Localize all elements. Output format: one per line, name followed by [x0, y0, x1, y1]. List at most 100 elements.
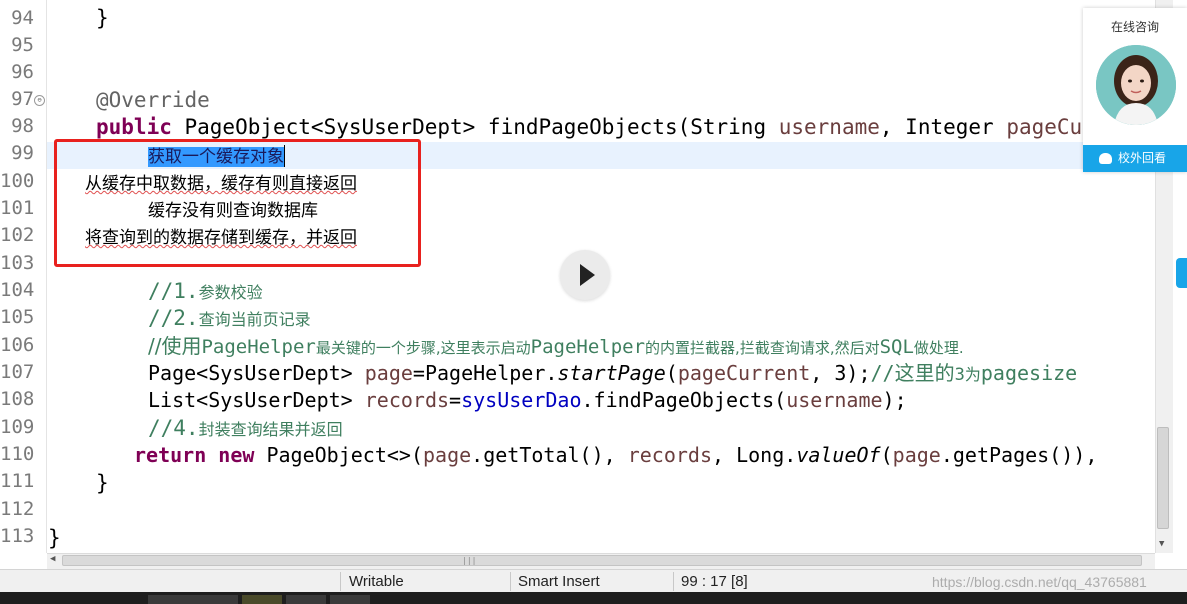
status-cursor-position: 99 : 17 [8] — [681, 573, 748, 590]
line-number: 110 — [0, 443, 35, 465]
method-name: valueOf — [796, 443, 881, 467]
code-text: List<SysUserDept> — [148, 388, 365, 412]
taskbar-item[interactable] — [242, 595, 282, 604]
code-line[interactable]: return new PageObject<>(page.getTotal(),… — [134, 442, 1097, 469]
online-chat-widget[interactable]: 在线咨询 校外回看 — [1083, 8, 1187, 172]
field-name: sysUserDao — [461, 388, 582, 412]
variable: records — [364, 388, 450, 412]
comment-text: //使用 — [148, 334, 202, 358]
taskbar-item[interactable] — [148, 595, 238, 604]
line-number: 101 — [0, 197, 35, 219]
line-number: 109 — [0, 416, 35, 438]
parameter: pageCu — [1006, 115, 1083, 139]
code-line[interactable]: public PageObject<SysUserDept> findPageO… — [96, 114, 1082, 141]
comment-prefix: //1. — [148, 279, 199, 303]
variable: page — [364, 361, 413, 385]
taskbar-item[interactable] — [286, 595, 326, 604]
comment-text: SQL — [879, 336, 914, 358]
argument: page — [423, 443, 472, 467]
code-text: PageObject<>( — [254, 443, 423, 467]
code-text: , Long. — [712, 443, 797, 467]
comment-text: 做处理. — [913, 339, 964, 357]
comment-text: 最关键的一个步骤,这里表示启动 — [315, 339, 531, 357]
scrollbar-grip-icon: ||| — [462, 556, 477, 565]
code-line[interactable]: List<SysUserDept> records=sysUserDao.fin… — [148, 387, 907, 414]
code-text: .getPages()), — [940, 443, 1098, 467]
scroll-down-arrow-icon[interactable]: ▼ — [1159, 539, 1164, 549]
comment-prefix: //4. — [148, 416, 199, 440]
code-line[interactable]: Page<SysUserDept> page=PageHelper.startP… — [148, 360, 1077, 387]
status-insert-mode: Smart Insert — [518, 573, 600, 590]
line-number: 107 — [0, 361, 35, 383]
line-number: 102 — [0, 224, 35, 246]
method-name: startPage — [557, 361, 666, 385]
keyword: new — [218, 443, 255, 467]
scroll-left-arrow-icon[interactable]: ◀ — [50, 554, 55, 564]
chat-replay-button[interactable]: 校外回看 — [1083, 145, 1187, 172]
argument: username — [786, 388, 883, 412]
comment-line[interactable]: //1.参数校验 — [148, 278, 263, 305]
comment-text: PageHelper — [201, 336, 316, 358]
code-line[interactable]: } — [96, 470, 109, 497]
side-tab-handle[interactable] — [1176, 258, 1187, 288]
line-number: 98 — [11, 115, 34, 137]
play-icon — [580, 264, 595, 286]
taskbar-item[interactable] — [330, 595, 370, 604]
comment-text: //这里的 — [870, 361, 955, 385]
code-text: =PageHelper. — [412, 361, 558, 385]
gutter-divider — [46, 0, 47, 553]
comment-text: 查询当前页记录 — [198, 310, 311, 329]
annotation: @Override — [96, 88, 210, 112]
line-number: 95 — [11, 34, 34, 56]
parameter: username — [778, 115, 880, 139]
line-number: 96 — [11, 61, 34, 83]
chat-title: 在线咨询 — [1110, 20, 1159, 34]
watermark: https://blog.csdn.net/qq_43765881 — [932, 574, 1147, 590]
chat-bubble-icon — [1099, 153, 1112, 164]
comment-line[interactable]: //使用PageHelper最关键的一个步骤,这里表示启动PageHelper的… — [148, 333, 964, 360]
comment-text: 参数校验 — [198, 283, 263, 302]
argument: pageCurrent — [677, 361, 811, 385]
comment-prefix: //2. — [148, 306, 199, 330]
code-text: , Integer — [879, 115, 1007, 139]
argument: page — [892, 443, 941, 467]
line-number: 100 — [0, 170, 35, 192]
line-number: 97 — [11, 88, 34, 110]
status-divider — [340, 572, 341, 591]
code-text: , 3); — [810, 361, 871, 385]
line-number: 112 — [0, 498, 35, 520]
comment-line[interactable]: //4.封装查询结果并返回 — [148, 415, 343, 442]
horizontal-scrollbar-thumb[interactable] — [62, 555, 1142, 566]
line-number: 104 — [0, 279, 35, 301]
status-divider — [673, 572, 674, 591]
comment-text: pagesize — [980, 361, 1078, 385]
code-text: ( — [880, 443, 893, 467]
comment-text: 的内置拦截器,拦截查询请求,然后对 — [645, 339, 880, 357]
comment-text: 为 — [964, 365, 981, 384]
fold-toggle-icon[interactable]: ⊖ — [34, 95, 45, 106]
comment-line[interactable]: //2.查询当前页记录 — [148, 305, 311, 332]
line-number: 108 — [0, 388, 35, 410]
code-text: .getTotal(), — [471, 443, 628, 467]
keyword: return — [134, 443, 207, 467]
code-line[interactable]: } — [96, 5, 109, 32]
vertical-scrollbar-thumb[interactable] — [1157, 427, 1169, 529]
code-line[interactable]: } — [48, 525, 61, 552]
line-number: 113 — [0, 525, 35, 547]
code-text: Page<SysUserDept> — [148, 361, 365, 385]
video-play-button[interactable] — [560, 250, 610, 300]
code-text: PageObject<SysUserDept> findPageObjects(… — [171, 115, 779, 139]
code-text: ); — [882, 388, 907, 412]
avatar — [1096, 45, 1176, 125]
avatar-portrait-icon — [1096, 45, 1176, 125]
comment-text: 封装查询结果并返回 — [198, 420, 343, 439]
line-number: 103 — [0, 252, 35, 274]
line-number: 94 — [11, 7, 34, 29]
code-text: .findPageObjects( — [581, 388, 787, 412]
code-line[interactable]: @Override — [96, 87, 210, 114]
highlight-annotation-box — [54, 139, 421, 267]
code-editor[interactable]: 94 95 96 97 ⊖ 98 99 100 101 102 103 104 … — [0, 0, 1187, 553]
line-number: 105 — [0, 306, 35, 328]
comment-text: 3 — [954, 365, 965, 385]
